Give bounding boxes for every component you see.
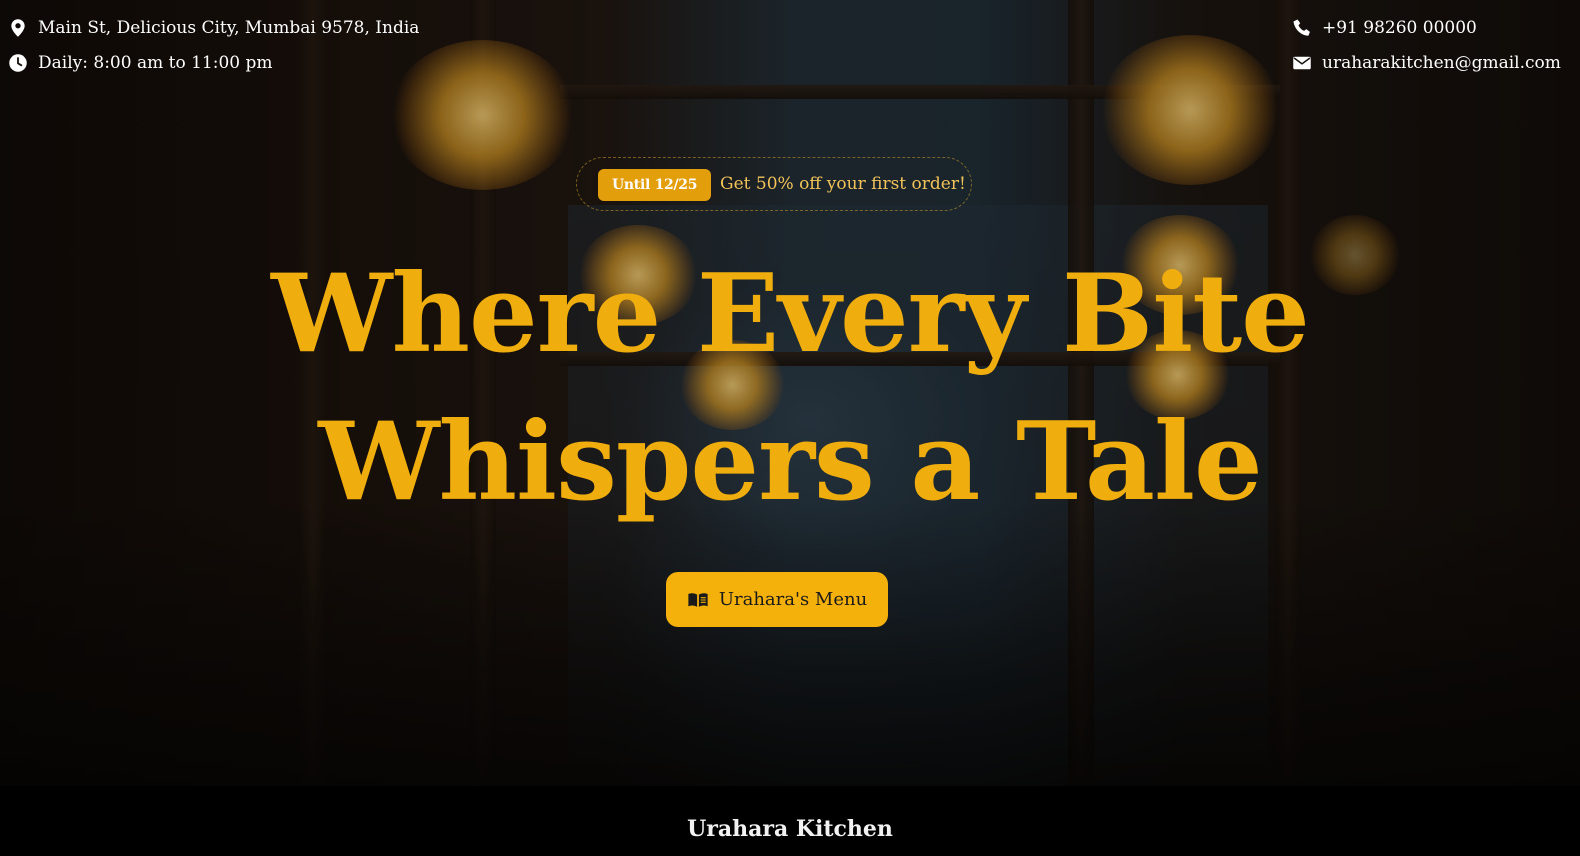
hours-text: Daily: 8:00 am to 11:00 pm <box>38 53 273 73</box>
hero-headline: Where Every Bite Whispers a Tale <box>0 240 1580 536</box>
menu-button-label: Urahara's Menu <box>718 589 868 610</box>
email-info[interactable]: uraharakitchen@gmail.com <box>1292 53 1561 73</box>
promo-date-badge: Until 12/25 <box>598 169 712 201</box>
footer-brand[interactable]: Urahara Kitchen <box>0 816 1580 842</box>
clock-icon <box>8 53 28 73</box>
phone-text[interactable]: +91 98260 00000 <box>1322 18 1477 38</box>
phone-icon <box>1292 18 1312 38</box>
promo-text: Get 50% off your first order! <box>720 174 966 194</box>
email-text[interactable]: uraharakitchen@gmail.com <box>1322 53 1561 73</box>
location-pin-icon <box>8 18 28 38</box>
menu-button[interactable]: Urahara's Menu <box>666 572 888 627</box>
phone-info[interactable]: +91 98260 00000 <box>1292 18 1477 38</box>
promo-banner[interactable]: Until 12/25 Get 50% off your first order… <box>576 157 972 211</box>
address-text: Main St, Delicious City, Mumbai 9578, In… <box>38 18 420 38</box>
headline-line-2: Whispers a Tale <box>318 399 1263 525</box>
book-open-icon <box>687 589 709 611</box>
address-info: Main St, Delicious City, Mumbai 9578, In… <box>8 18 419 38</box>
footer-bar: Urahara Kitchen <box>0 786 1580 856</box>
headline-line-1: Where Every Bite <box>271 251 1310 377</box>
envelope-icon <box>1292 53 1312 73</box>
hours-info: Daily: 8:00 am to 11:00 pm <box>8 53 272 73</box>
